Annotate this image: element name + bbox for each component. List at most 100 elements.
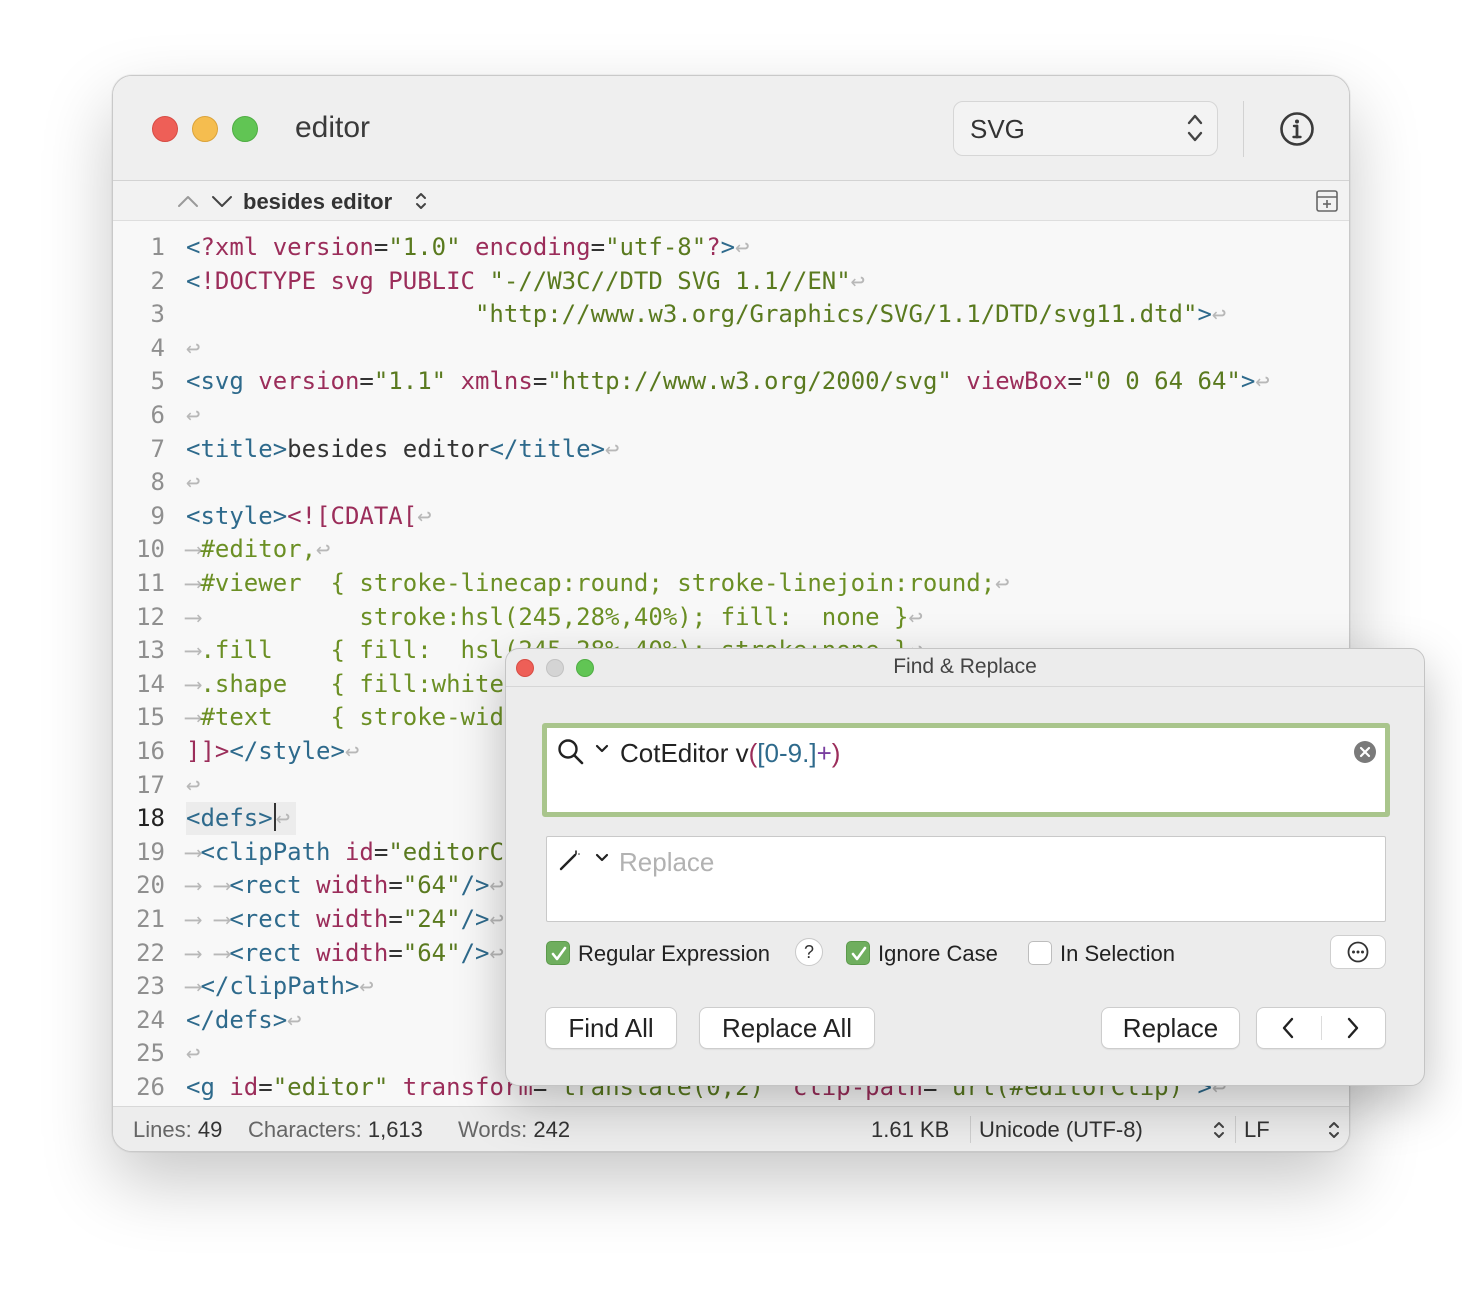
- encoding-popup[interactable]: Unicode (UTF-8): [979, 1117, 1143, 1143]
- clear-icon[interactable]: [1353, 740, 1377, 764]
- code-line[interactable]: 9 <style><![CDATA[↩: [113, 500, 1349, 533]
- code-token: ↩: [1211, 300, 1227, 329]
- code-token: =: [388, 938, 403, 967]
- code-token: >: [720, 233, 736, 261]
- line-number: 23: [136, 972, 165, 1001]
- more-options-button[interactable]: [1330, 935, 1386, 969]
- find-input[interactable]: CotEditor v([0-9.]+): [542, 723, 1390, 817]
- code-line[interactable]: 3 "http://www.w3.org/Graphics/SVG/1.1/DT…: [113, 298, 1349, 331]
- magnifier-icon[interactable]: [557, 738, 585, 766]
- code-line[interactable]: 10 ⟶#editor,↩: [113, 533, 1349, 566]
- line-number: 20: [136, 871, 165, 900]
- line-number: 3: [150, 300, 165, 329]
- line-number: 10: [136, 535, 165, 564]
- code-token: encoding: [475, 233, 591, 261]
- syntax-style-popup[interactable]: SVG: [953, 101, 1218, 156]
- line-ending-popup[interactable]: LF: [1244, 1117, 1270, 1143]
- code-token: <style>: [186, 501, 288, 530]
- split-editor-icon[interactable]: [1315, 189, 1339, 213]
- find-all-button[interactable]: Find All: [545, 1007, 677, 1049]
- code-token: ⟶: [186, 535, 201, 564]
- code-token: <: [186, 233, 201, 261]
- code-token: ↩: [186, 333, 201, 362]
- updown-chevron-icon: [1329, 1122, 1339, 1138]
- code-token: =: [373, 233, 389, 261]
- chevron-down-icon[interactable]: [595, 853, 609, 863]
- ignore-case-checkbox[interactable]: [846, 941, 870, 965]
- zoom-window-button[interactable]: [232, 116, 258, 142]
- in-selection-checkbox[interactable]: [1028, 941, 1052, 965]
- regex-checkbox[interactable]: [546, 941, 570, 965]
- line-number: 6: [150, 401, 165, 429]
- code-token: "utf-8": [605, 233, 707, 261]
- code-token: <clipPath: [200, 837, 345, 866]
- code-token: =: [359, 367, 374, 396]
- chevron-left-icon: [1282, 1017, 1294, 1039]
- code-line[interactable]: 2 <!DOCTYPE svg PUBLIC "-//W3C//DTD SVG 1…: [113, 265, 1349, 298]
- ellipsis-icon: [1347, 941, 1369, 963]
- code-text: <svg version="1.1" xmlns="http://www.w3.…: [186, 365, 1276, 398]
- code-text: ⟶</clipPath>↩: [186, 970, 380, 1003]
- code-token: <rect: [229, 938, 317, 967]
- code-line[interactable]: 8 ↩: [113, 466, 1349, 499]
- info-icon[interactable]: [1279, 111, 1315, 147]
- ignore-case-label[interactable]: Ignore Case: [878, 941, 998, 967]
- code-token: "http://www.w3.org/Graphics/SVG/1.1/DTD/…: [474, 300, 1198, 329]
- line-number: 26: [136, 1073, 165, 1101]
- wand-icon[interactable]: [557, 847, 583, 873]
- code-line[interactable]: 12 ⟶ stroke:hsl(245,28%,40%); fill: none …: [113, 601, 1349, 634]
- code-token: ⟶: [186, 569, 201, 597]
- chevron-down-icon[interactable]: [211, 193, 233, 209]
- replace-all-button[interactable]: Replace All: [699, 1007, 875, 1049]
- code-token: ↩: [850, 266, 866, 295]
- code-line[interactable]: 4 ↩: [113, 332, 1349, 365]
- code-token: ↩: [489, 905, 504, 933]
- code-line[interactable]: 6 ↩: [113, 399, 1349, 432]
- code-text: ⟶ ⟶<rect width="24"/>↩: [186, 903, 510, 936]
- code-token: ↩: [186, 770, 201, 799]
- window-title: editor: [295, 111, 371, 144]
- code-token: ⟶ ⟶: [186, 938, 230, 967]
- code-token: <rect: [229, 871, 317, 900]
- checkmark-icon: [851, 946, 867, 961]
- find-query-part: ]: [809, 738, 817, 768]
- code-token: "http://www.w3.org/2000/svg": [547, 367, 952, 396]
- close-window-button[interactable]: [152, 116, 178, 142]
- line-ending-value: LF: [1244, 1117, 1270, 1142]
- code-text: <style><![CDATA[↩: [186, 500, 438, 533]
- in-selection-label[interactable]: In Selection: [1060, 941, 1175, 967]
- find-query-part: +: [816, 738, 832, 768]
- code-text: <?xml version="1.0" encoding="utf-8"?>↩: [186, 231, 756, 264]
- line-number: 21: [136, 905, 165, 933]
- line-count-label: Lines:: [133, 1117, 192, 1142]
- regex-help-button[interactable]: ?: [795, 938, 823, 966]
- code-line[interactable]: 11 ⟶#viewer { stroke-linecap:round; strok…: [113, 567, 1349, 600]
- syntax-style-value: SVG: [970, 114, 1025, 144]
- chevron-up-icon[interactable]: [177, 193, 199, 209]
- code-token: ↩: [735, 233, 750, 261]
- replace-input[interactable]: Replace: [546, 836, 1386, 922]
- outline-menu[interactable]: besides editor: [243, 189, 392, 215]
- chevron-down-icon[interactable]: [595, 744, 609, 754]
- code-token: ⟶ ⟶: [186, 905, 230, 933]
- code-token: <title>: [186, 434, 288, 463]
- code-token: ↩: [489, 938, 504, 967]
- code-token: ↩: [489, 871, 504, 900]
- find-previous-button[interactable]: [1257, 1008, 1322, 1048]
- code-token: =: [532, 367, 548, 396]
- code-line[interactable]: 7 <title>besides editor</title>↩: [113, 433, 1349, 466]
- code-token: ⟶: [186, 972, 201, 1001]
- find-next-button[interactable]: [1322, 1008, 1386, 1048]
- line-number: 22: [136, 938, 165, 967]
- code-line[interactable]: 1 <?xml version="1.0" encoding="utf-8"?>↩: [113, 231, 1349, 264]
- line-number: 17: [136, 770, 165, 799]
- code-text: <title>besides editor</title>↩: [186, 433, 626, 466]
- code-token: ⟶ ⟶: [186, 871, 230, 900]
- minimize-window-button[interactable]: [192, 116, 218, 142]
- code-line[interactable]: 5 <svg version="1.1" xmlns="http://www.w3…: [113, 365, 1349, 398]
- line-count: Lines: 49: [133, 1117, 222, 1143]
- replace-button[interactable]: Replace: [1101, 1007, 1240, 1049]
- regex-label[interactable]: Regular Expression: [578, 941, 770, 967]
